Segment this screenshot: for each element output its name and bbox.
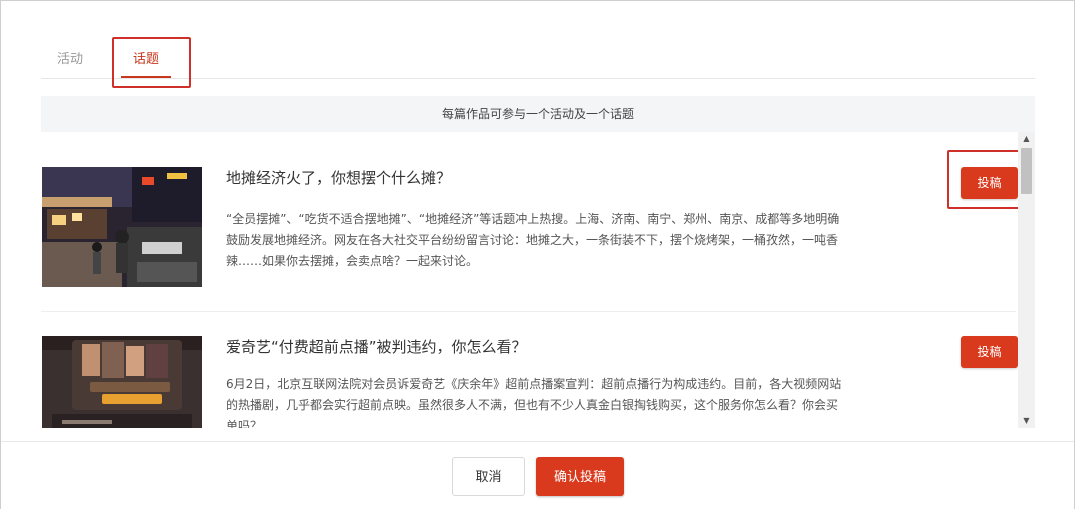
scrollbar[interactable]: ▲ ▼: [1018, 132, 1035, 428]
night-market-photo-icon: [42, 167, 202, 287]
submit-dialog: 活动 话题 每篇作品可参与一个活动及一个话题 地摊经济火了，你想摆个什么摊？ “…: [0, 0, 1075, 509]
tab-topic[interactable]: 话题: [121, 41, 172, 79]
tab-topic-label: 话题: [133, 52, 160, 67]
cancel-button[interactable]: 取消: [452, 457, 525, 496]
list-item: 地摊经济火了，你想摆个什么摊？ “全员摆摊”、“吃货不适合摆地摊”、“地摊经济”…: [41, 132, 1018, 312]
tab-bar: 活动 话题: [41, 41, 1035, 79]
submit-button[interactable]: 投稿: [961, 336, 1018, 368]
topic-list: 地摊经济火了，你想摆个什么摊？ “全员摆摊”、“吃货不适合摆地摊”、“地摊经济”…: [41, 132, 1035, 428]
notice-bar: 每篇作品可参与一个活动及一个话题: [41, 96, 1035, 132]
topic-description: 6月2日，北京互联网法院对会员诉爱奇艺《庆余年》超前点播案宣判：超前点播行为构成…: [226, 377, 842, 428]
topic-title: 爱奇艺“付费超前点播”被判违约，你怎么看？: [226, 338, 527, 356]
confirm-submit-button[interactable]: 确认投稿: [536, 457, 624, 496]
topic-thumbnail: [42, 167, 202, 287]
scroll-down-arrow-icon[interactable]: ▼: [1018, 414, 1035, 428]
dialog-footer: 取消 确认投稿: [1, 441, 1074, 509]
submit-button[interactable]: 投稿: [961, 167, 1018, 199]
topic-title: 地摊经济火了，你想摆个什么摊？: [226, 169, 452, 187]
tab-activity[interactable]: 活动: [57, 41, 83, 79]
scroll-thumb[interactable]: [1021, 148, 1032, 194]
topic-thumbnail: [42, 336, 202, 428]
scroll-up-arrow-icon[interactable]: ▲: [1018, 132, 1035, 146]
topic-description: “全员摆摊”、“吃货不适合摆地摊”、“地摊经济”等话题冲上热搜。上海、济南、南宁…: [226, 212, 840, 268]
list-item: 爱奇艺“付费超前点播”被判违约，你怎么看？ 6月2日，北京互联网法院对会员诉爱奇…: [41, 312, 1018, 428]
phone-app-screenshot-icon: [42, 336, 202, 428]
tab-active-underline: [121, 76, 172, 78]
